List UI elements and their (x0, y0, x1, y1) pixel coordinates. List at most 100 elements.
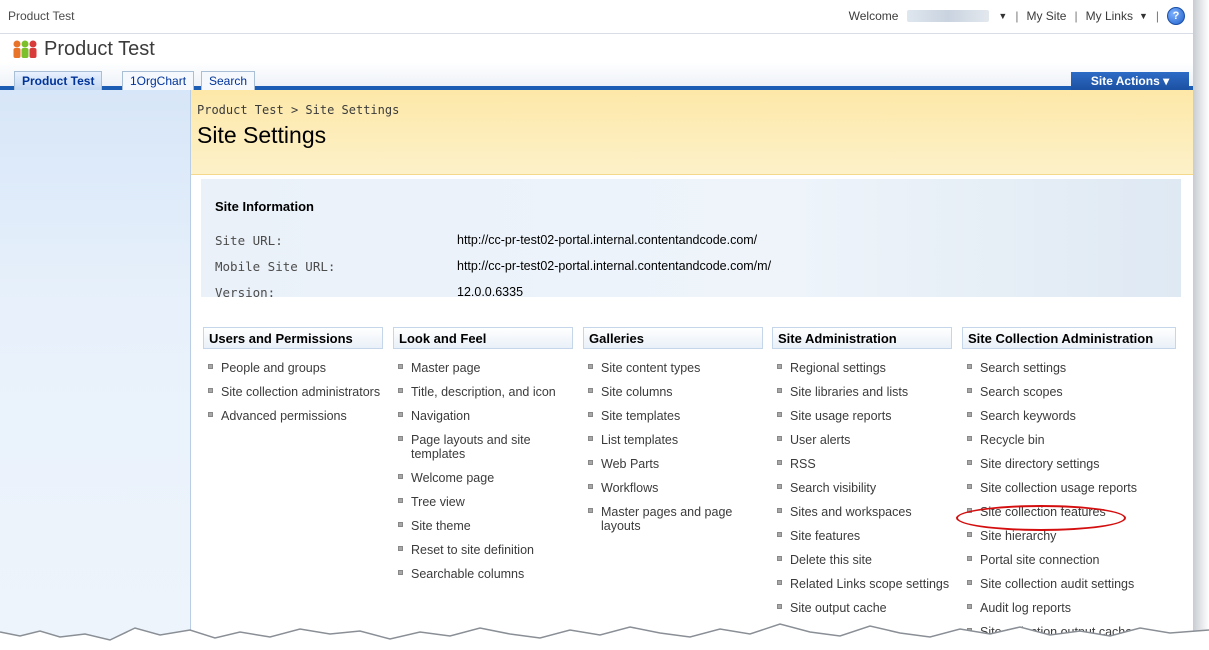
settings-link-label[interactable]: Site columns (601, 385, 673, 399)
settings-link[interactable]: Site directory settings (962, 457, 1176, 471)
settings-link-label[interactable]: Site usage reports (790, 409, 891, 423)
settings-link[interactable]: Search scopes (962, 385, 1176, 399)
settings-link[interactable]: Site content types (583, 361, 763, 375)
settings-link[interactable]: Web Parts (583, 457, 763, 471)
settings-link[interactable]: Regional settings (772, 361, 952, 375)
settings-link-label[interactable]: Title, description, and icon (411, 385, 556, 399)
settings-link-label[interactable]: Advanced permissions (221, 409, 347, 423)
settings-link-label[interactable]: Sites and workspaces (790, 505, 912, 519)
info-label: Site URL: (215, 233, 283, 248)
settings-link[interactable]: Search settings (962, 361, 1176, 375)
settings-link[interactable]: Page layouts and site templates (393, 433, 573, 461)
settings-link-label[interactable]: Site collection usage reports (980, 481, 1137, 495)
settings-link[interactable]: Site templates (583, 409, 763, 423)
settings-link[interactable]: Master page (393, 361, 573, 375)
top-site-title[interactable]: Product Test (8, 9, 74, 23)
settings-link-label[interactable]: Web Parts (601, 457, 659, 471)
bullet-icon (588, 364, 593, 369)
title-area: Product Test > Site Settings Site Settin… (191, 90, 1193, 175)
settings-link-label[interactable]: Search settings (980, 361, 1066, 375)
settings-link-label[interactable]: Site theme (411, 519, 471, 533)
settings-link[interactable]: Recycle bin (962, 433, 1176, 447)
settings-link-label[interactable]: Site collection audit settings (980, 577, 1134, 591)
bullet-icon (588, 436, 593, 441)
settings-link-label[interactable]: Site libraries and lists (790, 385, 908, 399)
column-galleries: Galleries Site content types Site columns… (583, 327, 763, 543)
settings-link[interactable]: Site theme (393, 519, 573, 533)
bullet-icon (967, 580, 972, 585)
my-links-link[interactable]: My Links (1086, 9, 1133, 23)
settings-link-label[interactable]: Site content types (601, 361, 700, 375)
settings-link-label[interactable]: Regional settings (790, 361, 886, 375)
settings-link[interactable]: Site hierarchy (962, 529, 1176, 543)
settings-link[interactable]: Workflows (583, 481, 763, 495)
settings-link-label[interactable]: Reset to site definition (411, 543, 534, 557)
settings-link[interactable]: Searchable columns (393, 567, 573, 581)
settings-link-label[interactable]: People and groups (221, 361, 326, 375)
settings-link[interactable]: Title, description, and icon (393, 385, 573, 399)
settings-link-label[interactable]: Delete this site (790, 553, 872, 567)
settings-link[interactable]: People and groups (203, 361, 383, 375)
bullet-icon (588, 412, 593, 417)
settings-link[interactable]: Search visibility (772, 481, 952, 495)
settings-link[interactable]: Site usage reports (772, 409, 952, 423)
settings-link-label[interactable]: Master page (411, 361, 480, 375)
settings-link[interactable]: Master pages and page layouts (583, 505, 763, 533)
settings-link[interactable]: Sites and workspaces (772, 505, 952, 519)
settings-link-label[interactable]: Master pages and page layouts (601, 505, 732, 533)
my-site-link[interactable]: My Site (1026, 9, 1066, 23)
bullet-icon (967, 412, 972, 417)
tab-product-test[interactable]: Product Test (14, 71, 103, 90)
settings-link-label[interactable]: Tree view (411, 495, 465, 509)
settings-link[interactable]: Delete this site (772, 553, 952, 567)
settings-link-label[interactable]: User alerts (790, 433, 850, 447)
tab-search[interactable]: Search (201, 71, 256, 90)
settings-link[interactable]: Advanced permissions (203, 409, 383, 423)
help-icon[interactable]: ? (1167, 7, 1185, 25)
settings-link-label[interactable]: Workflows (601, 481, 658, 495)
settings-link-label[interactable]: Searchable columns (411, 567, 524, 581)
settings-link-label[interactable]: Site features (790, 529, 860, 543)
settings-link[interactable]: Reset to site definition (393, 543, 573, 557)
settings-link[interactable]: Site collection usage reports (962, 481, 1176, 495)
settings-link-label[interactable]: Welcome page (411, 471, 494, 485)
settings-link-label[interactable]: Related Links scope settings (790, 577, 949, 591)
main-content: Site Information Site URL: http://cc-pr-… (191, 175, 1193, 650)
site-actions-menu[interactable]: Site Actions ▾ (1071, 72, 1189, 91)
settings-link[interactable]: Site collection administrators (203, 385, 383, 399)
settings-link[interactable]: List templates (583, 433, 763, 447)
welcome-caret-icon[interactable]: ▼ (998, 11, 1007, 21)
settings-link[interactable]: Site columns (583, 385, 763, 399)
settings-link[interactable]: Site features (772, 529, 952, 543)
settings-link-label[interactable]: Recycle bin (980, 433, 1045, 447)
settings-link-label[interactable]: Site collection administrators (221, 385, 380, 399)
settings-link-label[interactable]: Search keywords (980, 409, 1076, 423)
settings-link[interactable]: Site libraries and lists (772, 385, 952, 399)
settings-link[interactable]: User alerts (772, 433, 952, 447)
settings-link[interactable]: Navigation (393, 409, 573, 423)
settings-link[interactable]: Search keywords (962, 409, 1176, 423)
settings-link-label[interactable]: RSS (790, 457, 816, 471)
settings-link-label[interactable]: Site directory settings (980, 457, 1100, 471)
settings-link-label[interactable]: Site hierarchy (980, 529, 1056, 543)
settings-link[interactable]: Portal site connection (962, 553, 1176, 567)
settings-link-label[interactable]: Page layouts and site templates (411, 433, 531, 461)
settings-link-label[interactable]: Search scopes (980, 385, 1063, 399)
bullet-icon (398, 436, 403, 441)
settings-link-label[interactable]: Navigation (411, 409, 470, 423)
info-value: http://cc-pr-test02-portal.internal.cont… (457, 259, 772, 273)
settings-link[interactable]: Related Links scope settings (772, 577, 952, 591)
settings-link[interactable]: Site collection audit settings (962, 577, 1176, 591)
settings-link[interactable]: Welcome page (393, 471, 573, 485)
settings-link-label[interactable]: Portal site connection (980, 553, 1100, 567)
breadcrumb-root-link[interactable]: Product Test (197, 103, 284, 117)
blurred-user-name[interactable] (907, 10, 990, 22)
settings-link[interactable]: RSS (772, 457, 952, 471)
settings-link-label[interactable]: Search visibility (790, 481, 876, 495)
site-title[interactable]: Product Test (44, 38, 155, 61)
tab-orgchart[interactable]: 1OrgChart (122, 71, 195, 90)
my-links-caret-icon[interactable]: ▼ (1139, 11, 1148, 21)
settings-link-label[interactable]: List templates (601, 433, 678, 447)
settings-link[interactable]: Tree view (393, 495, 573, 509)
settings-link-label[interactable]: Site templates (601, 409, 680, 423)
